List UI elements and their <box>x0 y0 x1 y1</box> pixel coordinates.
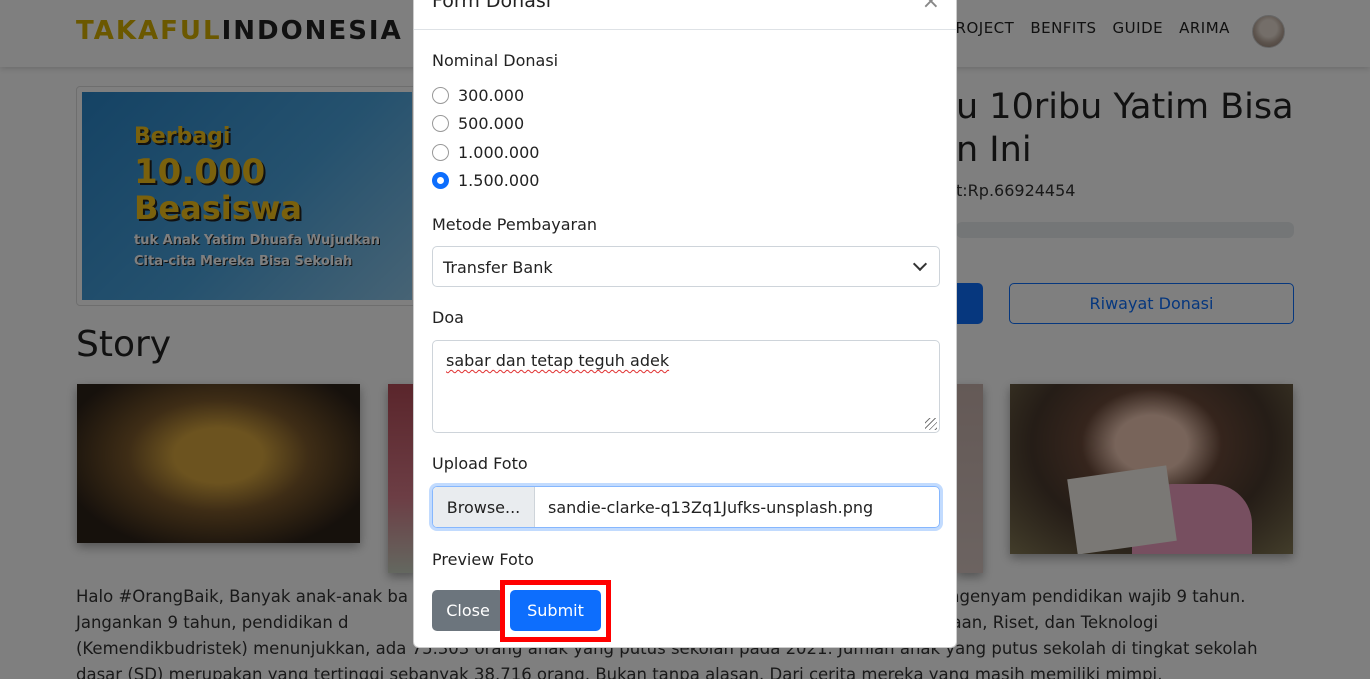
doa-text: sabar dan tetap teguh adek <box>446 351 670 370</box>
doa-textarea[interactable]: sabar dan tetap teguh adek <box>432 340 940 433</box>
nominal-option-300000[interactable]: 300.000 <box>432 86 524 105</box>
preview-photo-label: Preview Foto <box>432 550 534 569</box>
radio-icon[interactable] <box>432 87 449 104</box>
modal-title: Form Donasi <box>432 0 552 12</box>
browse-button[interactable]: Browse... <box>433 487 535 527</box>
upload-photo-label: Upload Foto <box>432 454 528 473</box>
radio-icon[interactable] <box>432 115 449 132</box>
payment-method-select[interactable]: Transfer Bank <box>432 246 940 287</box>
nominal-option-label: 1.500.000 <box>458 171 540 190</box>
modal-header: Form Donasi × <box>414 0 956 30</box>
nominal-option-1500000[interactable]: 1.500.000 <box>432 171 539 190</box>
resize-handle-icon[interactable] <box>925 418 937 430</box>
radio-checked-icon[interactable] <box>432 172 449 189</box>
nominal-option-label: 300.000 <box>458 86 525 105</box>
payment-method-value: Transfer Bank <box>443 258 553 277</box>
chevron-down-icon <box>912 256 928 272</box>
nominal-option-label: 500.000 <box>458 114 525 133</box>
close-icon[interactable]: × <box>922 0 940 14</box>
submit-button[interactable]: Submit <box>510 590 601 631</box>
close-button[interactable]: Close <box>432 590 504 631</box>
donation-form-modal: Form Donasi × Nominal Donasi 300.000 500… <box>413 0 957 648</box>
radio-icon[interactable] <box>432 144 449 161</box>
doa-label: Doa <box>432 308 464 327</box>
nominal-option-500000[interactable]: 500.000 <box>432 114 524 133</box>
payment-method-label: Metode Pembayaran <box>432 215 598 234</box>
photo-file-input[interactable]: Browse... sandie-clarke-q13Zq1Jufks-unsp… <box>432 486 940 528</box>
nominal-option-1000000[interactable]: 1.000.000 <box>432 143 539 162</box>
nominal-label: Nominal Donasi <box>432 51 559 70</box>
nominal-option-label: 1.000.000 <box>458 143 540 162</box>
selected-file-name: sandie-clarke-q13Zq1Jufks-unsplash.png <box>548 497 874 517</box>
